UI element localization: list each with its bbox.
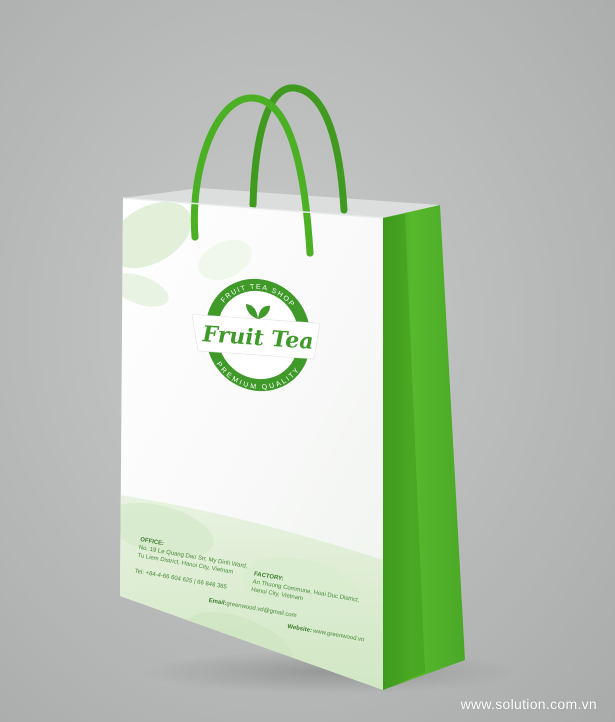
watermark-text: www.solution.com.vn bbox=[460, 696, 597, 712]
logo-stars: ★ ★ ★ bbox=[246, 358, 269, 368]
shopping-bag-scene: FRUIT TEA SHOP PREMIUM QUALITY Fruit Tea… bbox=[120, 84, 520, 694]
